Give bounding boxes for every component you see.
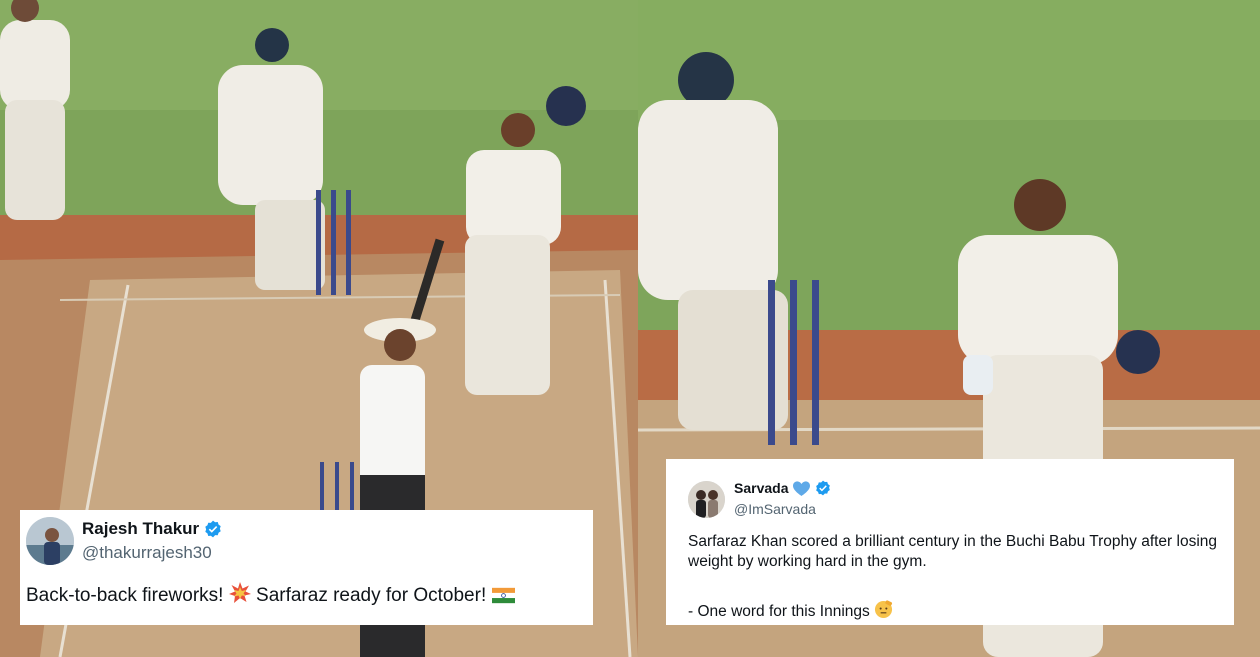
user-handle[interactable]: @ImSarvada [734, 501, 816, 517]
tweet-text-line-2: - One word for this Innings [688, 600, 893, 621]
tweet-text: Back-to-back fireworks! Sarfaraz ready f… [26, 582, 515, 608]
display-name[interactable]: Sarvada [734, 480, 788, 496]
blue-heart-icon [793, 480, 811, 496]
profile-photo-icon [26, 517, 74, 565]
user-handle[interactable]: @thakurrajesh30 [82, 543, 212, 563]
tweet-text: Sarfaraz Khan scored a brilliant century… [688, 533, 1218, 571]
avatar[interactable] [26, 517, 74, 565]
verified-badge-icon [816, 480, 831, 496]
saluting-face-icon [875, 600, 893, 619]
name-row: Rajesh Thakur [82, 519, 222, 539]
tweet-text-part-1: Back-to-back fireworks! [26, 585, 224, 606]
verified-badge-icon [205, 520, 221, 538]
tweet-card-rajesh[interactable]: Rajesh Thakur @thakurrajesh30 Back-to-ba… [20, 510, 593, 625]
collision-emoji-icon [228, 582, 251, 603]
profile-photo-icon [688, 481, 725, 518]
avatar[interactable] [688, 481, 725, 518]
india-flag-icon [491, 587, 515, 604]
name-row: Sarvada [734, 480, 831, 496]
tweet-card-sarvada[interactable]: Sarvada @ImSarvada Sarfaraz Khan scored … [666, 459, 1234, 625]
display-name[interactable]: Rajesh Thakur [82, 519, 199, 539]
tweet-text-part-2: Sarfaraz ready for October! [256, 585, 487, 606]
tweet-text-part: - One word for this Innings [688, 603, 870, 620]
